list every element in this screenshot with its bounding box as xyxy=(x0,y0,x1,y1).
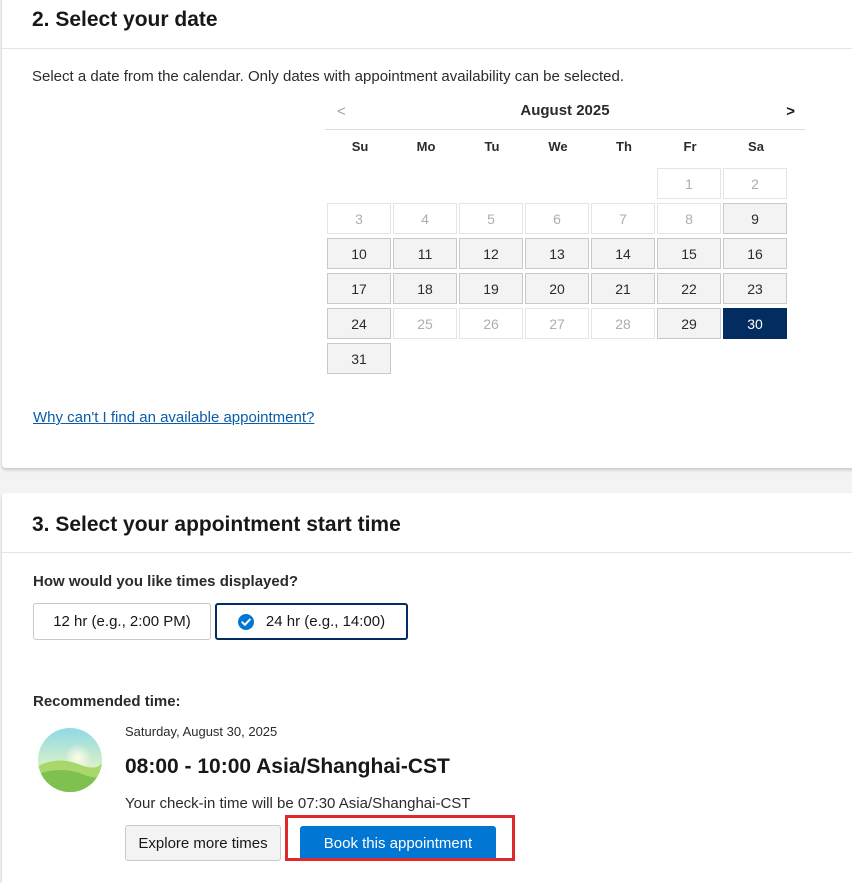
calendar-day-12[interactable]: 12 xyxy=(459,238,523,269)
weekday-header: Su xyxy=(351,139,369,154)
next-month-button[interactable]: > xyxy=(786,103,795,120)
calendar-day-23[interactable]: 23 xyxy=(723,273,787,304)
date-instruction: Select a date from the calendar. Only da… xyxy=(32,68,625,85)
calendar-day-16[interactable]: 16 xyxy=(723,238,787,269)
calendar-day-19[interactable]: 19 xyxy=(459,273,523,304)
calendar-weekday-row: Su Mo Tu We Th Fr Sa xyxy=(325,139,805,159)
format-12hr-button[interactable]: 12 hr (e.g., 2:00 PM) xyxy=(33,603,211,640)
recommended-time-label: Recommended time: xyxy=(33,693,181,710)
weekday-header: Sa xyxy=(748,139,764,154)
calendar-day-5: 5 xyxy=(459,203,523,234)
calendar-day-10[interactable]: 10 xyxy=(327,238,391,269)
calendar-day-31[interactable]: 31 xyxy=(327,343,391,374)
weekday-header: Tu xyxy=(484,139,500,154)
calendar-day-9[interactable]: 9 xyxy=(723,203,787,234)
calendar-day-7: 7 xyxy=(591,203,655,234)
weekday-header: Fr xyxy=(683,139,697,154)
calendar-day-15[interactable]: 15 xyxy=(657,238,721,269)
calendar-day-21[interactable]: 21 xyxy=(591,273,655,304)
calendar-header: < August 2025 > xyxy=(325,97,805,130)
availability-help-link[interactable]: Why can't I find an available appointmen… xyxy=(33,409,314,426)
step3-divider xyxy=(2,552,852,553)
weekday-header: Mo xyxy=(416,139,436,154)
calendar-day-20[interactable]: 20 xyxy=(525,273,589,304)
step3-title: 3. Select your appointment start time xyxy=(32,513,401,536)
calendar-day-grid: 1 2 3 4 5 6 7 8 9 10 11 12 13 14 15 16 17 18 19 20 21 22 23 24 2… xyxy=(325,168,805,378)
calendar-day-24[interactable]: 24 xyxy=(327,308,391,339)
calendar-day-26: 26 xyxy=(459,308,523,339)
calendar-day-17[interactable]: 17 xyxy=(327,273,391,304)
explore-more-times-button[interactable]: Explore more times xyxy=(125,825,281,861)
format-24hr-label: 24 hr (e.g., 14:00) xyxy=(265,613,386,630)
book-appointment-button[interactable]: Book this appointment xyxy=(300,826,496,861)
calendar-day-8: 8 xyxy=(657,203,721,234)
calendar-day-11[interactable]: 11 xyxy=(393,238,457,269)
recommended-date: Saturday, August 30, 2025 xyxy=(125,724,278,739)
calendar-day-13[interactable]: 13 xyxy=(525,238,589,269)
calendar-day-30[interactable]: 30 xyxy=(723,308,787,339)
time-format-question: How would you like times displayed? xyxy=(33,573,299,590)
calendar-day-18[interactable]: 18 xyxy=(393,273,457,304)
calendar-day-1: 1 xyxy=(657,168,721,199)
calendar-month-label: August 2025 xyxy=(520,102,610,119)
select-time-card: 3. Select your appointment start time Ho… xyxy=(2,493,852,883)
calendar-day-28: 28 xyxy=(591,308,655,339)
format-12hr-label: 12 hr (e.g., 2:00 PM) xyxy=(53,613,191,630)
calendar-day-4: 4 xyxy=(393,203,457,234)
calendar-day-25: 25 xyxy=(393,308,457,339)
step2-title: 2. Select your date xyxy=(32,8,218,31)
weekday-header: Th xyxy=(616,139,632,154)
calendar-day-27: 27 xyxy=(525,308,589,339)
step2-divider xyxy=(2,48,852,49)
landscape-avatar-icon xyxy=(38,728,102,792)
calendar-day-3: 3 xyxy=(327,203,391,234)
calendar-day-22[interactable]: 22 xyxy=(657,273,721,304)
calendar-day-6: 6 xyxy=(525,203,589,234)
check-circle-icon xyxy=(237,613,254,630)
checkin-time-text: Your check-in time will be 07:30 Asia/Sh… xyxy=(125,795,471,812)
calendar-day-2: 2 xyxy=(723,168,787,199)
calendar: < August 2025 > Su Mo Tu We Th Fr Sa 123456789… xyxy=(325,97,805,374)
calendar-day-29[interactable]: 29 xyxy=(657,308,721,339)
calendar-day-14[interactable]: 14 xyxy=(591,238,655,269)
recommended-time-range: 08:00 - 10:00 Asia/Shanghai-CST xyxy=(125,755,450,778)
format-24hr-button[interactable]: 24 hr (e.g., 14:00) xyxy=(215,603,408,640)
select-date-card: 2. Select your date Select a date from t… xyxy=(2,0,852,468)
weekday-header: We xyxy=(548,139,568,154)
